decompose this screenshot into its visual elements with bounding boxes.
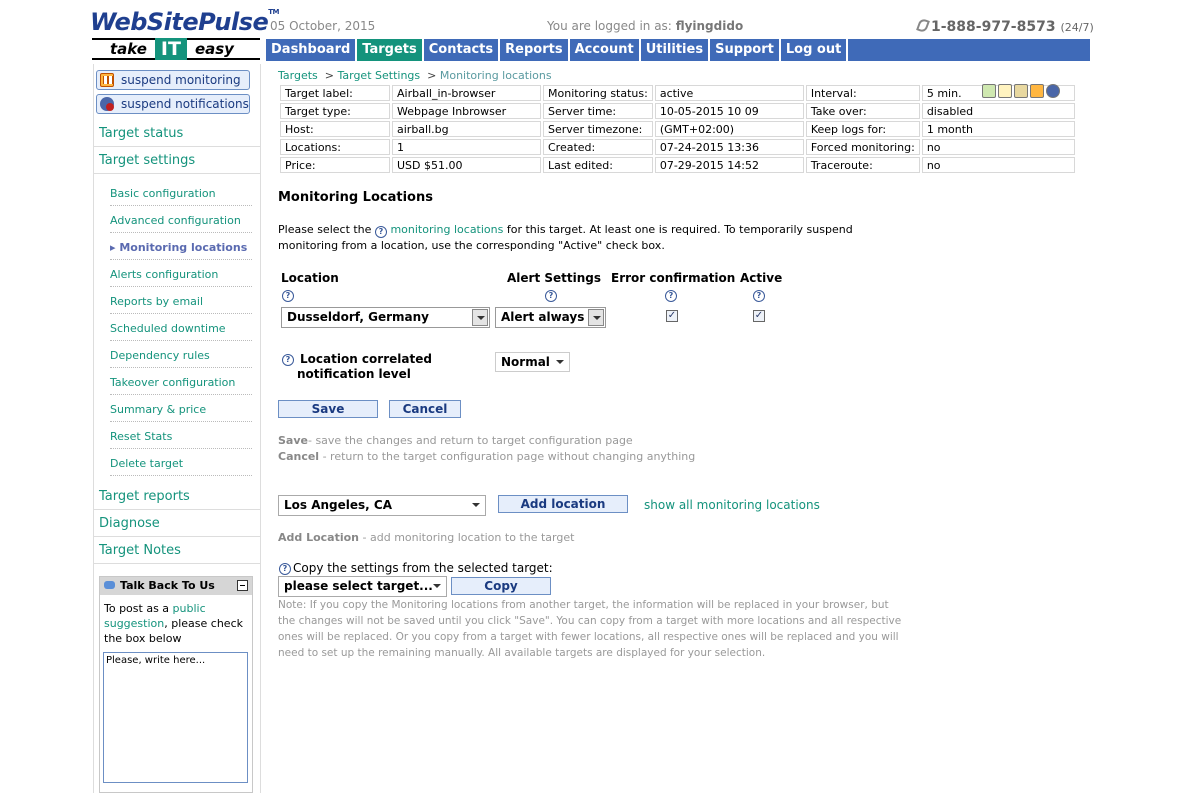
error-confirmation-checkbox[interactable]: ✓ <box>666 310 678 322</box>
help-icon[interactable]: ? <box>545 290 557 302</box>
sidebar-takeover-configuration[interactable]: Takeover configuration <box>110 376 252 395</box>
sidebar-basic-configuration[interactable]: Basic configuration <box>110 187 252 206</box>
add-location-note: Add Location - add monitoring location t… <box>278 531 575 544</box>
sidebar-summary-price[interactable]: Summary & price <box>110 403 252 422</box>
help-icon[interactable]: ? <box>282 354 294 366</box>
breadcrumb-target-settings[interactable]: Target Settings <box>337 69 420 82</box>
suspend-notifications-button[interactable]: suspend notifications <box>96 94 250 114</box>
sidebar-target-status[interactable]: Target status <box>99 126 259 141</box>
save-button[interactable]: Save <box>278 400 378 418</box>
edit-icon[interactable] <box>998 84 1012 98</box>
page-title: Monitoring Locations <box>278 190 433 205</box>
phone-icon <box>916 17 930 34</box>
username: flyingdido <box>675 19 744 33</box>
target-info-table: Target label: Airball_in-browser Monitori… <box>278 83 1077 175</box>
login-info: You are logged in as: flyingdido <box>547 19 744 33</box>
col-alert-settings: Alert Settings <box>507 271 602 285</box>
active-checkbox[interactable]: ✓ <box>753 310 765 322</box>
cancel-button[interactable]: Cancel <box>389 400 461 418</box>
sidebar-target-settings[interactable]: Target settings <box>99 153 259 168</box>
sidebar: suspend monitoring suspend notifications… <box>93 64 261 793</box>
sidebar-monitoring-locations[interactable]: ▸ Monitoring locations <box>110 241 252 260</box>
nav-reports[interactable]: Reports <box>500 39 570 61</box>
nav-targets[interactable]: Targets <box>357 39 424 61</box>
breadcrumb: Targets > Target Settings > Monitoring l… <box>278 69 552 82</box>
table-row: Locations: 1 Created: 07-24-2015 13:36 For… <box>280 139 1075 155</box>
help-icon[interactable]: ? <box>282 290 294 302</box>
sidebar-reports-by-email[interactable]: Reports by email <box>110 295 252 314</box>
copy-button[interactable]: Copy <box>451 577 551 595</box>
table-row: Price: USD $51.00 Last edited: 07-29-2015 … <box>280 157 1075 173</box>
talk-back-box: Talk Back To Us To post as a public sugg… <box>99 576 253 793</box>
support-phone: 1-888-977-8573 (24/7) <box>916 17 1094 35</box>
help-icon[interactable]: ? <box>753 290 765 302</box>
logo-tagline: take IT easy <box>92 38 260 60</box>
notifications-off-icon[interactable] <box>1046 84 1060 98</box>
sidebar-scheduled-downtime[interactable]: Scheduled downtime <box>110 322 252 341</box>
speech-bubble-icon <box>104 581 115 589</box>
help-icon[interactable]: ? <box>374 226 387 238</box>
chevron-down-icon <box>552 354 568 371</box>
sidebar-diagnose[interactable]: Diagnose <box>99 516 259 531</box>
pause-icon <box>100 73 114 87</box>
collapse-icon[interactable] <box>237 580 248 591</box>
info-icon[interactable] <box>982 84 996 98</box>
nav-utilities[interactable]: Utilities <box>641 39 711 61</box>
chevron-down-icon <box>472 309 488 326</box>
pause-icon[interactable] <box>1030 84 1044 98</box>
table-row: Target label: Airball_in-browser Monitori… <box>280 85 1075 101</box>
suggestion-textarea[interactable]: Please, write here... <box>103 652 248 783</box>
col-error-confirmation: Error confirmation <box>611 271 736 285</box>
nav-account[interactable]: Account <box>570 39 641 61</box>
alert-settings-select[interactable]: Alert always <box>495 307 606 328</box>
copy-note: Note: If you copy the Monitoring locatio… <box>278 599 902 659</box>
breadcrumb-current: Monitoring locations <box>439 69 552 82</box>
header-date: 05 October, 2015 <box>270 19 376 33</box>
col-location: Location <box>281 271 339 285</box>
location-select[interactable]: Dusseldorf, Germany <box>281 307 490 328</box>
chevron-down-icon <box>468 497 484 514</box>
copy-label: Copy the settings from the selected targ… <box>293 561 553 575</box>
sidebar-reset-stats[interactable]: Reset Stats <box>110 430 252 449</box>
chevron-down-icon <box>588 309 604 326</box>
table-row: Target type: Webpage Inbrowser Server tim… <box>280 103 1075 119</box>
correlated-label-2: notification level <box>297 367 411 381</box>
target-tools <box>982 84 1060 98</box>
sidebar-alerts-configuration[interactable]: Alerts configuration <box>110 268 252 287</box>
sidebar-dependency-rules[interactable]: Dependency rules <box>110 349 252 368</box>
nav-logout[interactable]: Log out <box>781 39 849 61</box>
col-active: Active <box>740 271 783 285</box>
correlated-label: Location correlated <box>300 352 432 366</box>
page-description: Please select the ? monitoring locations… <box>278 223 853 252</box>
help-icon[interactable]: ? <box>279 563 291 575</box>
nav-support[interactable]: Support <box>710 39 781 61</box>
add-location-select[interactable]: Los Angeles, CA <box>278 495 486 516</box>
talk-back-text: To post as a public suggestion, please c… <box>104 602 243 645</box>
breadcrumb-targets[interactable]: Targets <box>278 69 318 82</box>
correlated-level-select[interactable]: Normal <box>495 352 570 372</box>
cancel-note: Cancel - return to the target configurat… <box>278 450 696 463</box>
main-nav: Dashboard Targets Contacts Reports Accou… <box>266 39 1090 61</box>
suspend-monitoring-button[interactable]: suspend monitoring <box>96 70 250 90</box>
nav-contacts[interactable]: Contacts <box>424 39 501 61</box>
report-icon[interactable] <box>1014 84 1028 98</box>
sidebar-delete-target[interactable]: Delete target <box>110 457 252 476</box>
logo: WebSitePulseTM <box>90 8 280 36</box>
monitoring-locations-link[interactable]: monitoring locations <box>390 223 503 236</box>
add-location-button[interactable]: Add location <box>498 495 628 513</box>
show-all-locations-link[interactable]: show all monitoring locations <box>644 498 820 512</box>
sidebar-target-reports[interactable]: Target reports <box>99 489 259 504</box>
copy-target-select[interactable]: please select target... <box>278 576 447 597</box>
chevron-down-icon <box>429 578 445 595</box>
table-row: Host: airball.bg Server timezone: (GMT+02:… <box>280 121 1075 137</box>
sidebar-target-notes[interactable]: Target Notes <box>99 543 259 558</box>
help-icon[interactable]: ? <box>665 290 677 302</box>
sidebar-advanced-configuration[interactable]: Advanced configuration <box>110 214 252 233</box>
nav-dashboard[interactable]: Dashboard <box>266 39 358 61</box>
notifications-off-icon <box>100 97 114 111</box>
talk-back-header: Talk Back To Us <box>100 577 252 595</box>
save-note: Save- save the changes and return to tar… <box>278 434 633 447</box>
